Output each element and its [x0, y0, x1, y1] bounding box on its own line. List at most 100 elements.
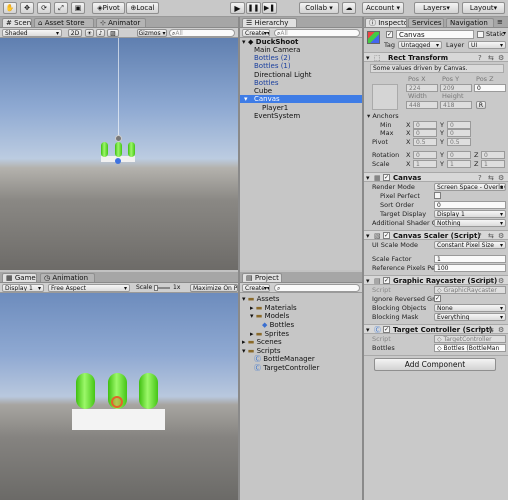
component-help-icon[interactable]: ? — [478, 54, 482, 62]
scale-y-field[interactable]: 1 — [447, 160, 471, 168]
tab-animator[interactable]: ⊹ Animator — [96, 18, 146, 27]
component-help-icon[interactable]: ? — [478, 326, 482, 334]
canvas-enabled-checkbox[interactable]: ✓ — [383, 174, 390, 181]
tab-inspector[interactable]: ⓘ Inspector — [365, 18, 407, 27]
game-viewport[interactable] — [0, 293, 238, 500]
hierarchy-item-bottles-1[interactable]: Bottles (1) — [254, 62, 291, 70]
render-mode-dropdown[interactable]: Screen Space - Overlay — [434, 183, 506, 191]
audio-toggle[interactable]: ♪ — [96, 29, 105, 37]
tab-game[interactable]: ▦ Game — [2, 273, 37, 282]
bottles-object-field[interactable]: ◇ Bottles (BottleMan — [434, 344, 506, 352]
pivot-y-field[interactable]: 0.5 — [447, 138, 471, 146]
hierarchy-search-input[interactable]: ⌕All — [274, 29, 360, 37]
account-button[interactable]: Account ▾ — [362, 2, 404, 14]
tab-hierarchy[interactable]: ☰ Hierarchy — [242, 18, 297, 27]
anchor-max-y-field[interactable]: 0 — [447, 129, 471, 137]
component-preset-icon[interactable]: ⇆ — [488, 174, 494, 182]
collab-button[interactable]: Collab ▾ — [299, 2, 339, 14]
project-folder-materials[interactable]: ▸ ▬ Materials — [250, 304, 297, 312]
scale-z-field[interactable]: 1 — [481, 160, 505, 168]
static-dropdown-arrow[interactable]: ▾ — [503, 30, 506, 38]
hierarchy-root[interactable]: ▾ ◆ DuckShoot — [242, 38, 298, 46]
hierarchy-create-dropdown[interactable]: Create ▾ — [242, 29, 270, 37]
tab-asset-store[interactable]: ⌂ Asset Store — [34, 18, 94, 27]
rotation-z-field[interactable]: 0 — [481, 151, 505, 159]
scene-viewport[interactable] — [0, 38, 238, 270]
rotation-y-field[interactable]: 0 — [447, 151, 471, 159]
pos-z-field[interactable]: 0 — [474, 84, 506, 92]
pivot-toggle[interactable]: ◈ Pivot — [92, 2, 125, 14]
component-gear-icon[interactable]: ⚙ — [498, 326, 504, 334]
pivot-x-field[interactable]: 0.5 — [413, 138, 437, 146]
local-toggle[interactable]: ⊕ Local — [126, 2, 159, 14]
hierarchy-item-eventsystem[interactable]: EventSystem — [254, 112, 300, 120]
display-dropdown[interactable]: Display 1 — [2, 284, 44, 292]
component-help-icon[interactable]: ? — [478, 232, 482, 240]
height-field[interactable]: 418 — [440, 101, 472, 109]
gameobject-active-checkbox[interactable]: ✓ — [386, 31, 393, 38]
ui-scale-mode-dropdown[interactable]: Constant Pixel Size — [434, 241, 506, 249]
canvas-scaler-enabled-checkbox[interactable]: ✓ — [383, 232, 390, 239]
canvas-component-header[interactable]: ▾ ▦ ✓ Canvas ? ⇆ ⚙ — [364, 172, 508, 182]
component-help-icon[interactable]: ? — [478, 174, 482, 182]
component-gear-icon[interactable]: ⚙ — [498, 277, 504, 285]
project-model-bottles[interactable]: ◆ Bottles — [262, 321, 294, 329]
target-display-dropdown[interactable]: Display 1 — [434, 210, 506, 218]
layers-dropdown[interactable]: Layers ▾ — [414, 2, 459, 14]
static-checkbox[interactable] — [477, 31, 484, 38]
component-preset-icon[interactable]: ⇆ — [488, 232, 494, 240]
effects-toggle[interactable]: ▨ — [107, 29, 119, 37]
hand-tool-button[interactable]: ✋ — [3, 2, 17, 14]
rotate-tool-button[interactable]: ⟳ — [37, 2, 51, 14]
lighting-toggle[interactable]: ☀ — [85, 29, 94, 37]
scale-tool-button[interactable]: ⤢ — [54, 2, 68, 14]
component-preset-icon[interactable]: ⇆ — [488, 54, 494, 62]
component-gear-icon[interactable]: ⚙ — [498, 54, 504, 62]
hierarchy-item-canvas[interactable]: Canvas — [254, 95, 280, 103]
scene-search-input[interactable]: ⌕All — [169, 29, 235, 37]
rotation-x-field[interactable]: 0 — [413, 151, 437, 159]
gizmos-dropdown[interactable]: Gizmos ▾ — [137, 29, 167, 37]
project-folder-assets[interactable]: ▾ ▬ Assets — [242, 295, 279, 303]
cloud-button[interactable]: ☁ — [342, 2, 356, 14]
ignore-reversed-checkbox[interactable]: ✓ — [434, 295, 441, 302]
width-field[interactable]: 448 — [406, 101, 438, 109]
project-folder-models[interactable]: ▾ ▬ Models — [250, 312, 289, 320]
layer-dropdown[interactable]: UI — [468, 41, 506, 49]
blocking-objects-dropdown[interactable]: None — [434, 304, 506, 312]
scale-slider-thumb[interactable] — [154, 285, 158, 291]
hierarchy-item-main-camera[interactable]: Main Camera — [254, 46, 300, 54]
maximize-on-play-toggle[interactable]: Maximize On Pla — [190, 284, 238, 292]
component-gear-icon[interactable]: ⚙ — [498, 232, 504, 240]
reference-pixels-field[interactable]: 100 — [434, 264, 506, 272]
pos-x-field[interactable]: 224 — [406, 84, 438, 92]
target-controller-header[interactable]: ▾ Ⓒ ✓ Target Controller (Script) ? ⇆ ⚙ — [364, 324, 508, 334]
hierarchy-item-player1[interactable]: Player1 — [262, 104, 288, 112]
gameobject-name-field[interactable]: Canvas — [396, 30, 474, 39]
project-folder-sprites[interactable]: ▸ ▬ Sprites — [250, 330, 289, 338]
hierarchy-item-bottles-2[interactable]: Bottles (2) — [254, 54, 291, 62]
2d-toggle[interactable]: 2D — [68, 29, 82, 37]
raycaster-script-field[interactable]: ◇ GraphicRaycaster — [434, 286, 506, 294]
tab-scene[interactable]: # Scene — [2, 18, 32, 27]
rect-transform-header[interactable]: ▾ ⬚ Rect Transform ? ⇆ ⚙ — [364, 52, 508, 62]
hierarchy-item-directional-light[interactable]: Directional Light — [254, 71, 312, 79]
project-folder-scripts[interactable]: ▾ ▬ Scripts — [242, 347, 281, 355]
project-script-targetcontroller[interactable]: Ⓒ TargetController — [254, 364, 319, 372]
step-button[interactable]: ▶❚ — [262, 2, 277, 14]
pos-y-field[interactable]: 209 — [440, 84, 472, 92]
scale-factor-field[interactable]: 1 — [434, 255, 506, 263]
project-script-bottlemanager[interactable]: Ⓒ BottleManager — [254, 355, 315, 363]
component-preset-icon[interactable]: ⇆ — [488, 277, 494, 285]
tab-services[interactable]: Services — [408, 18, 444, 27]
graphic-raycaster-header[interactable]: ▾ ▤ ✓ Graphic Raycaster (Script) ? ⇆ ⚙ — [364, 275, 508, 285]
anchor-max-x-field[interactable]: 0 — [413, 129, 437, 137]
component-gear-icon[interactable]: ⚙ — [498, 174, 504, 182]
additional-shader-dropdown[interactable]: Nothing — [434, 219, 506, 227]
sort-order-field[interactable]: 0 — [434, 201, 506, 209]
tag-dropdown[interactable]: Untagged — [398, 41, 442, 49]
project-search-input[interactable]: ⌕ — [274, 284, 360, 292]
aspect-dropdown[interactable]: Free Aspect — [48, 284, 130, 292]
rect-tool-button[interactable]: ▣ — [71, 2, 85, 14]
anchor-min-y-field[interactable]: 0 — [447, 121, 471, 129]
